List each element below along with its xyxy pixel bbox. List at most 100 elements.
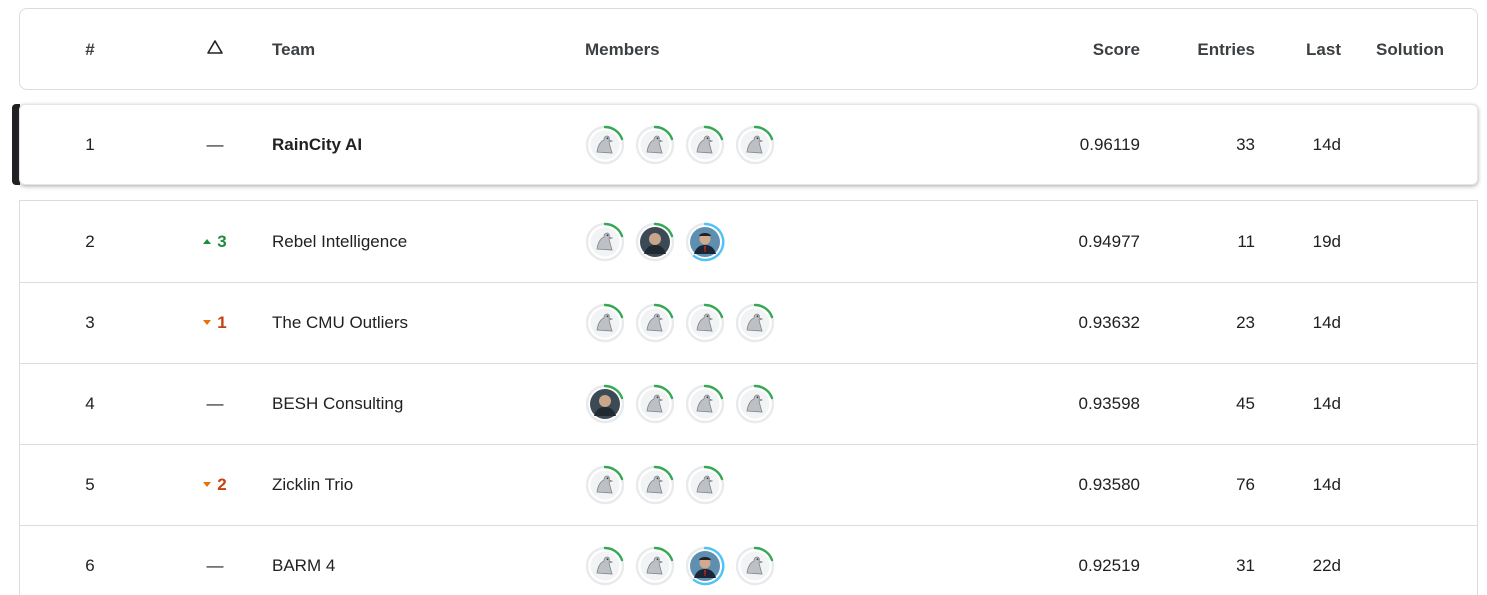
score-value: 0.93580: [1078, 474, 1140, 494]
team-name-link[interactable]: RainCity AI: [272, 105, 572, 184]
entries-value: 76: [1236, 474, 1255, 494]
team-members: [585, 105, 985, 184]
solution-cell: [1360, 363, 1460, 444]
last-submission-value: 14d: [1312, 474, 1341, 494]
rank-value: 2: [85, 231, 95, 251]
rank-change-down: 1: [203, 312, 227, 333]
arrow-down-icon: [203, 320, 212, 325]
member-avatar[interactable]: [585, 384, 625, 424]
solution-cell: [1360, 444, 1460, 525]
score-value: 0.94977: [1078, 231, 1140, 251]
members-column-header: Members: [585, 40, 660, 59]
row-divider: [20, 444, 1477, 445]
solution-cell: [1360, 282, 1460, 363]
arrow-down-icon: [203, 482, 212, 487]
highlighted-team-row[interactable]: 1 — RainCity AI 0.96119 33 14d: [19, 104, 1478, 185]
row-divider: [20, 525, 1477, 526]
member-default-avatar-icon[interactable]: [685, 384, 725, 424]
rank-change: —: [180, 363, 250, 444]
rank-change-none: —: [206, 555, 224, 575]
team-row[interactable]: 6 — BARM 4 0.92519 31 22d: [20, 525, 1477, 595]
team-row[interactable]: 4 — BESH Consulting 0.93598 45 14d: [20, 363, 1477, 444]
member-default-avatar-icon[interactable]: [685, 303, 725, 343]
score-value: 0.93598: [1078, 393, 1140, 413]
rank-change-value: 2: [217, 474, 227, 494]
rank-change-none: —: [206, 393, 224, 413]
team-members: [585, 201, 985, 282]
last-column-header[interactable]: Last: [1270, 9, 1341, 91]
member-default-avatar-icon[interactable]: [585, 125, 625, 165]
member-avatar[interactable]: [685, 546, 725, 586]
rank-value: 3: [85, 312, 95, 332]
score-value: 0.92519: [1078, 555, 1140, 575]
delta-triangle-icon: [207, 40, 223, 54]
member-default-avatar-icon[interactable]: [685, 465, 725, 505]
member-default-avatar-icon[interactable]: [585, 303, 625, 343]
member-default-avatar-icon[interactable]: [585, 546, 625, 586]
rank-change-up: 3: [203, 231, 227, 252]
rank-change-none: —: [206, 134, 224, 154]
rank-value: 4: [85, 393, 95, 413]
row-divider: [20, 363, 1477, 364]
rank-change: 2: [180, 444, 250, 525]
score-value: 0.93632: [1078, 312, 1140, 332]
rank-change: 1: [180, 282, 250, 363]
score-value: 0.96119: [1079, 134, 1140, 154]
entries-value: 31: [1236, 555, 1255, 575]
member-default-avatar-icon[interactable]: [735, 303, 775, 343]
team-members: [585, 363, 985, 444]
rank-column-header[interactable]: #: [60, 9, 120, 91]
rank-change-value: 3: [217, 231, 227, 251]
rank-change: —: [180, 525, 250, 595]
member-default-avatar-icon[interactable]: [735, 125, 775, 165]
leaderboard-header: # Team Members Score Entries Last Soluti…: [19, 8, 1478, 90]
rank-change: —: [180, 105, 250, 184]
member-default-avatar-icon[interactable]: [635, 546, 675, 586]
solution-cell: [1360, 201, 1460, 282]
entries-value: 11: [1237, 231, 1255, 251]
member-avatar[interactable]: [635, 222, 675, 262]
member-default-avatar-icon[interactable]: [635, 125, 675, 165]
team-name-link[interactable]: BESH Consulting: [272, 363, 572, 444]
delta-column-header[interactable]: [180, 9, 250, 91]
team-row[interactable]: 3 1 The CMU Outliers 0.93632 23 14d: [20, 282, 1477, 363]
member-default-avatar-icon[interactable]: [735, 546, 775, 586]
last-submission-value: 22d: [1312, 555, 1341, 575]
member-default-avatar-icon[interactable]: [585, 465, 625, 505]
score-column-header[interactable]: Score: [1010, 9, 1140, 91]
rank-change: 3: [180, 201, 250, 282]
solution-cell: [1360, 525, 1460, 595]
entries-column-header[interactable]: Entries: [1160, 9, 1255, 91]
member-default-avatar-icon[interactable]: [685, 125, 725, 165]
team-name-link[interactable]: The CMU Outliers: [272, 282, 572, 363]
team-name-link[interactable]: Rebel Intelligence: [272, 201, 572, 282]
rank-change-down: 2: [203, 474, 227, 495]
entries-value: 45: [1236, 393, 1255, 413]
team-members: [585, 444, 985, 525]
team-row[interactable]: 2 3 Rebel Intelligence 0.94977 11 19d: [20, 201, 1477, 282]
team-name-link[interactable]: Zicklin Trio: [272, 444, 572, 525]
entries-value: 33: [1236, 134, 1255, 154]
rank-value: 5: [85, 474, 95, 494]
member-default-avatar-icon[interactable]: [735, 384, 775, 424]
rank-change-value: 1: [217, 312, 227, 332]
member-default-avatar-icon[interactable]: [585, 222, 625, 262]
entries-value: 23: [1236, 312, 1255, 332]
rank-value: 6: [85, 555, 95, 575]
team-column-header[interactable]: Team: [272, 9, 572, 91]
team-name-link[interactable]: BARM 4: [272, 525, 572, 595]
leaderboard-list: 2 3 Rebel Intelligence 0.94977 11 19d 3 1 The CM…: [19, 200, 1478, 595]
member-avatar[interactable]: [685, 222, 725, 262]
team-row[interactable]: 5 2 Zicklin Trio 0.93580 76 14d: [20, 444, 1477, 525]
member-default-avatar-icon[interactable]: [635, 384, 675, 424]
member-default-avatar-icon[interactable]: [635, 303, 675, 343]
row-divider: [20, 282, 1477, 283]
rank-value: 1: [85, 134, 95, 154]
last-submission-value: 14d: [1312, 134, 1341, 154]
member-default-avatar-icon[interactable]: [635, 465, 675, 505]
last-submission-value: 14d: [1312, 312, 1341, 332]
team-members: [585, 282, 985, 363]
last-submission-value: 14d: [1312, 393, 1341, 413]
solution-column-header: Solution: [1376, 40, 1444, 59]
last-submission-value: 19d: [1312, 231, 1341, 251]
